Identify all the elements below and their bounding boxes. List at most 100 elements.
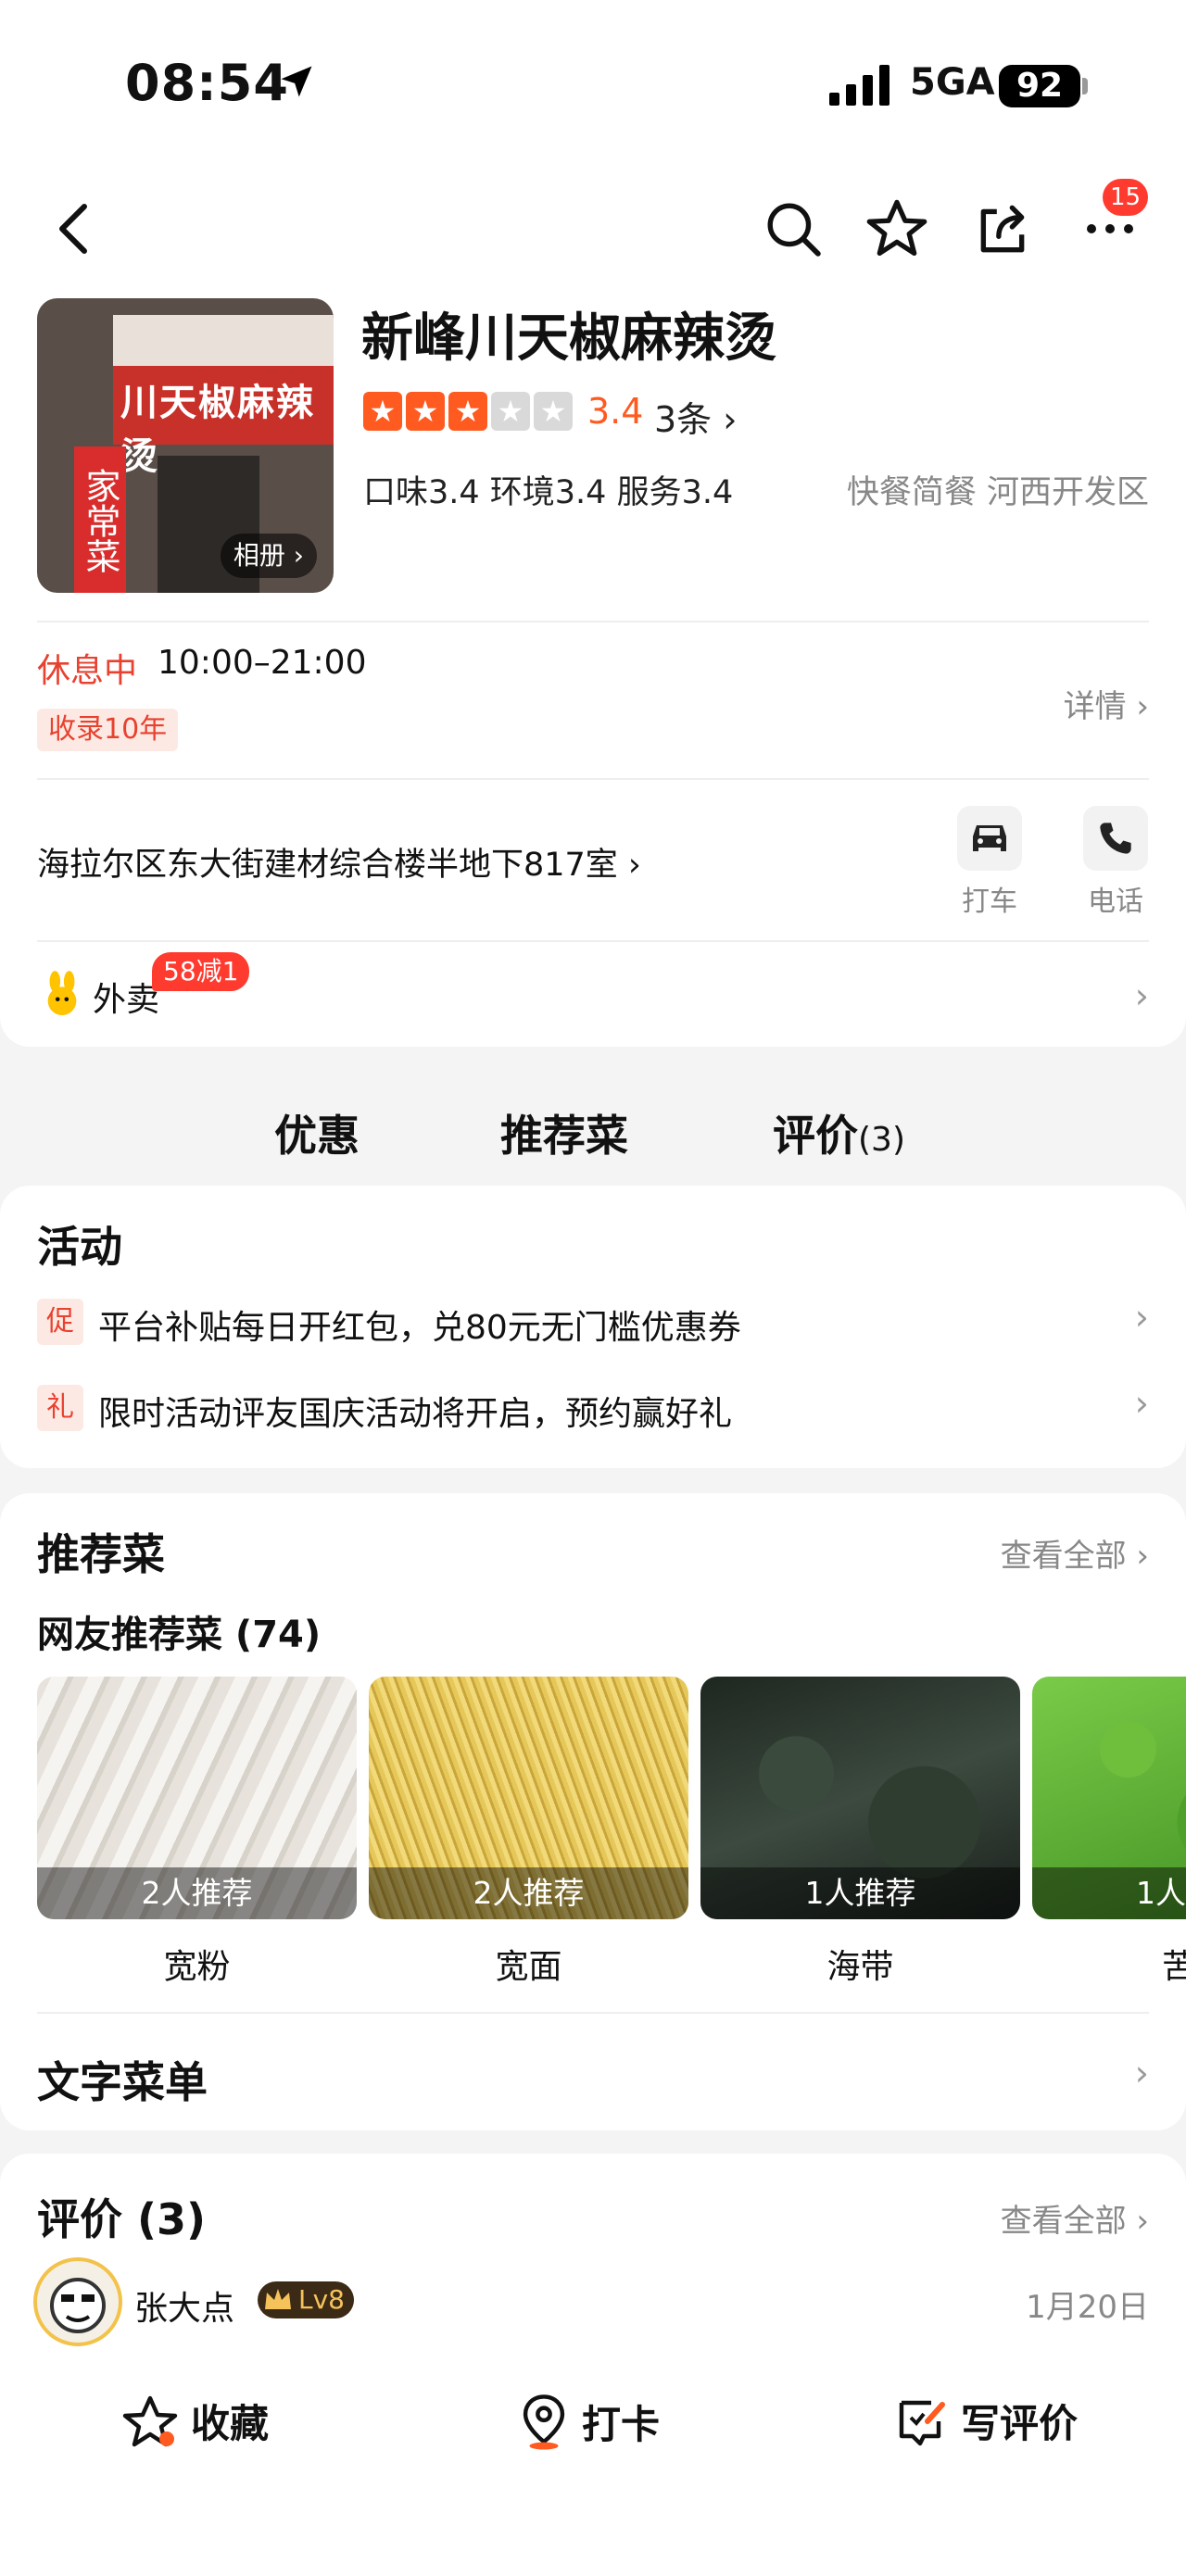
delivery-mascot-icon <box>41 971 83 1021</box>
business-hours: 10:00–21:00 <box>158 644 367 682</box>
shop-photo[interactable]: 川天椒麻辣烫 家常菜 相册 › <box>37 298 334 593</box>
dishes-subtitle: 网友推荐菜 (74) <box>37 1614 322 1656</box>
dish-item[interactable]: 2人推荐 宽粉 <box>37 1677 357 1988</box>
star-icon: ★ <box>406 392 445 431</box>
star-rating: ★ ★ ★ ★ ★ <box>363 392 573 431</box>
dish-name: 宽粉 <box>163 1948 231 1986</box>
open-status: 休息中 <box>37 652 138 690</box>
dish-name: 海带 <box>826 1948 894 1986</box>
chevron-right-icon[interactable]: › <box>1135 2053 1149 2093</box>
back-icon[interactable] <box>37 192 111 266</box>
location-arrow-icon <box>276 61 317 106</box>
tab-reviews-count: (3) <box>858 1121 905 1159</box>
dishes-see-all-link[interactable]: 查看全部 › <box>1001 1530 1149 1576</box>
divider <box>37 621 1149 622</box>
section-tabs: 优惠 推荐菜 评价(3) <box>0 1047 1186 1186</box>
address-link[interactable]: 海拉尔区东大街建材综合楼半地下817室 › <box>37 838 641 886</box>
rating-score: 3.4 <box>587 391 644 432</box>
dish-recommend-count: 1人推荐 <box>700 1867 1020 1919</box>
reviewer-name[interactable]: 张大点 <box>134 2281 234 2330</box>
star-icon: ★ <box>448 392 487 431</box>
bottom-action-bar: 收藏 打卡 写评价 <box>0 2357 1186 2576</box>
dish-recommend-count: 1人推 <box>1032 1867 1186 1919</box>
star-icon: ★ <box>363 392 402 431</box>
details-link[interactable]: 详情 › <box>1064 681 1149 726</box>
gift-text[interactable]: 限时活动评友国庆活动将开启，预约赢好礼 <box>98 1387 732 1435</box>
car-icon <box>957 806 1022 871</box>
chevron-right-icon[interactable]: › <box>1135 975 1149 1016</box>
review-date: 1月20日 <box>1026 2289 1149 2326</box>
notification-badge: 15 <box>1103 179 1149 216</box>
favorite-label: 收藏 <box>191 2401 270 2446</box>
phone-icon <box>1083 806 1148 871</box>
dish-item[interactable]: 1人推荐 海带 <box>700 1677 1020 1988</box>
dish-name: 苦 <box>1162 1948 1186 1986</box>
dish-image: 2人推荐 <box>369 1677 688 1919</box>
delivery-label[interactable]: 外卖 <box>93 973 159 1021</box>
battery-tip <box>1082 78 1088 94</box>
dish-name: 宽面 <box>495 1948 562 1986</box>
activities-title: 活动 <box>37 1222 122 1272</box>
tab-offers[interactable]: 优惠 <box>274 1102 360 1167</box>
divider <box>37 940 1149 942</box>
dish-recommend-count: 2人推荐 <box>37 1867 357 1919</box>
gift-tag: 礼 <box>37 1385 83 1431</box>
star-icon[interactable] <box>860 192 934 266</box>
dish-image: 1人推 <box>1032 1677 1186 1919</box>
phone-label: 电话 <box>1088 886 1143 918</box>
promo-tag: 促 <box>37 1299 83 1345</box>
battery-icon: 92 <box>999 65 1080 107</box>
location-pin-icon <box>523 2394 565 2450</box>
reviews-title: 评价 (3) <box>37 2194 207 2244</box>
dish-image: 2人推荐 <box>37 1677 357 1919</box>
nav-bar: 15 <box>0 171 1186 292</box>
shop-name: 新峰川天椒麻辣烫 <box>361 308 776 369</box>
network-type: 5GA <box>910 61 995 104</box>
chevron-right-icon[interactable]: › <box>1135 1383 1149 1424</box>
taxi-button[interactable]: 打车 <box>953 806 1027 919</box>
sub-scores: 口味3.4 环境3.4 服务3.4 <box>363 474 734 511</box>
recommended-dishes-card: 推荐菜 查看全部 › 网友推荐菜 (74) 2人推荐 宽粉 2人推荐 宽面 1人… <box>0 1493 1186 2130</box>
text-menu-link[interactable]: 文字菜单 <box>37 2049 208 2110</box>
reviews-see-all-link[interactable]: 查看全部 › <box>1001 2195 1149 2241</box>
shop-header-card: 川天椒麻辣烫 家常菜 相册 › 新峰川天椒麻辣烫 ★ ★ ★ ★ ★ 3.4 3… <box>0 292 1186 1047</box>
checkin-button[interactable]: 打卡 <box>519 2393 660 2450</box>
tab-reviews-label: 评价 <box>773 1111 858 1161</box>
dish-item[interactable]: 2人推荐 宽面 <box>369 1677 688 1988</box>
signal-icon <box>829 65 894 109</box>
shop-category: 快餐简餐 河西开发区 <box>846 474 1149 511</box>
share-icon[interactable] <box>965 192 1040 266</box>
divider <box>37 778 1149 780</box>
listed-since-badge: 收录10年 <box>37 709 179 751</box>
level-badge: Lv8 <box>258 2281 354 2318</box>
dish-item[interactable]: 1人推 苦 <box>1032 1677 1186 1988</box>
write-review-label: 写评价 <box>961 2401 1079 2446</box>
divider <box>37 2012 1149 2014</box>
promo-text[interactable]: 平台补贴每日开红包，兑80元无门槛优惠券 <box>98 1301 741 1349</box>
avatar[interactable] <box>33 2257 122 2346</box>
clock: 08:54 <box>125 54 289 112</box>
crown-icon <box>263 2283 293 2325</box>
tab-recommended[interactable]: 推荐菜 <box>500 1102 628 1163</box>
tab-reviews[interactable]: 评价(3) <box>773 1102 905 1163</box>
write-review-button[interactable]: 写评价 <box>894 2393 1078 2449</box>
activities-card: 活动 促 平台补贴每日开红包，兑80元无门槛优惠券 › 礼 限时活动评友国庆活动… <box>0 1186 1186 1468</box>
review-count-link[interactable]: 3条 › <box>654 391 737 442</box>
phone-button[interactable]: 电话 <box>1079 806 1153 919</box>
album-button[interactable]: 相册 › <box>220 534 317 578</box>
favorite-button[interactable]: 收藏 <box>122 2393 269 2449</box>
dish-image: 1人推荐 <box>700 1677 1020 1919</box>
taxi-label: 打车 <box>962 886 1017 918</box>
level-text: Lv8 <box>298 2284 345 2315</box>
search-icon[interactable] <box>756 192 830 266</box>
star-empty-icon: ★ <box>534 392 573 431</box>
edit-review-icon <box>899 2400 945 2445</box>
status-bar: 08:54 5GA 92 <box>0 0 1186 171</box>
dishes-title: 推荐菜 <box>37 1529 165 1579</box>
photo-vertical-sign: 家常菜 <box>74 446 126 593</box>
delivery-discount-badge: 58减1 <box>152 952 250 991</box>
star-outline-icon <box>122 2395 178 2446</box>
chevron-right-icon[interactable]: › <box>1135 1297 1149 1338</box>
dish-recommend-count: 2人推荐 <box>369 1867 688 1919</box>
photo-sign-top <box>113 315 334 366</box>
